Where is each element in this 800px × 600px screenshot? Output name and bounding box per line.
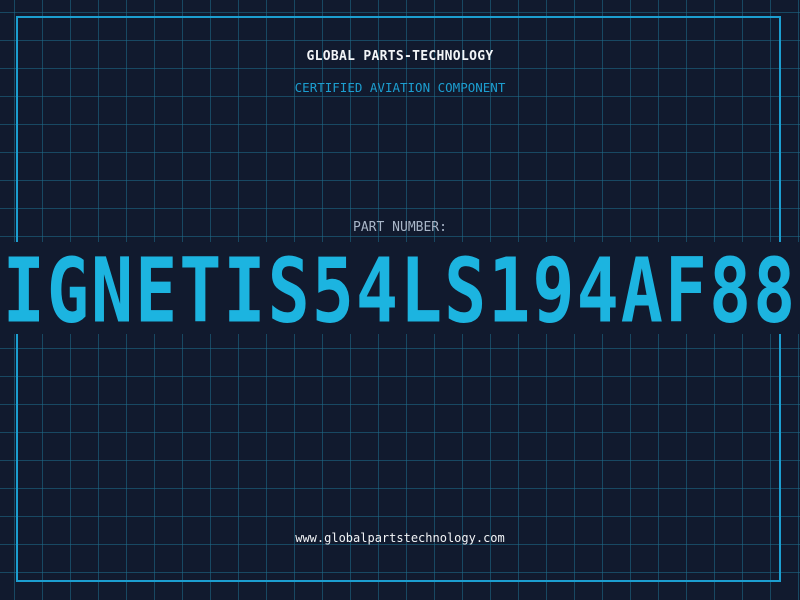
- part-number-value: SIGNETIS54LS194AF883: [0, 242, 800, 334]
- part-number-label: PART NUMBER:: [353, 220, 447, 235]
- certification-subtitle: CERTIFIED AVIATION COMPONENT: [294, 80, 506, 95]
- part-number-band: SIGNETIS54LS194AF883: [0, 242, 800, 334]
- website-url: www.globalpartstechnology.com: [295, 531, 505, 545]
- company-name: GLOBAL PARTS-TECHNOLOGY: [306, 49, 494, 64]
- certificate-canvas: GLOBAL PARTS-TECHNOLOGY CERTIFIED AVIATI…: [0, 0, 800, 600]
